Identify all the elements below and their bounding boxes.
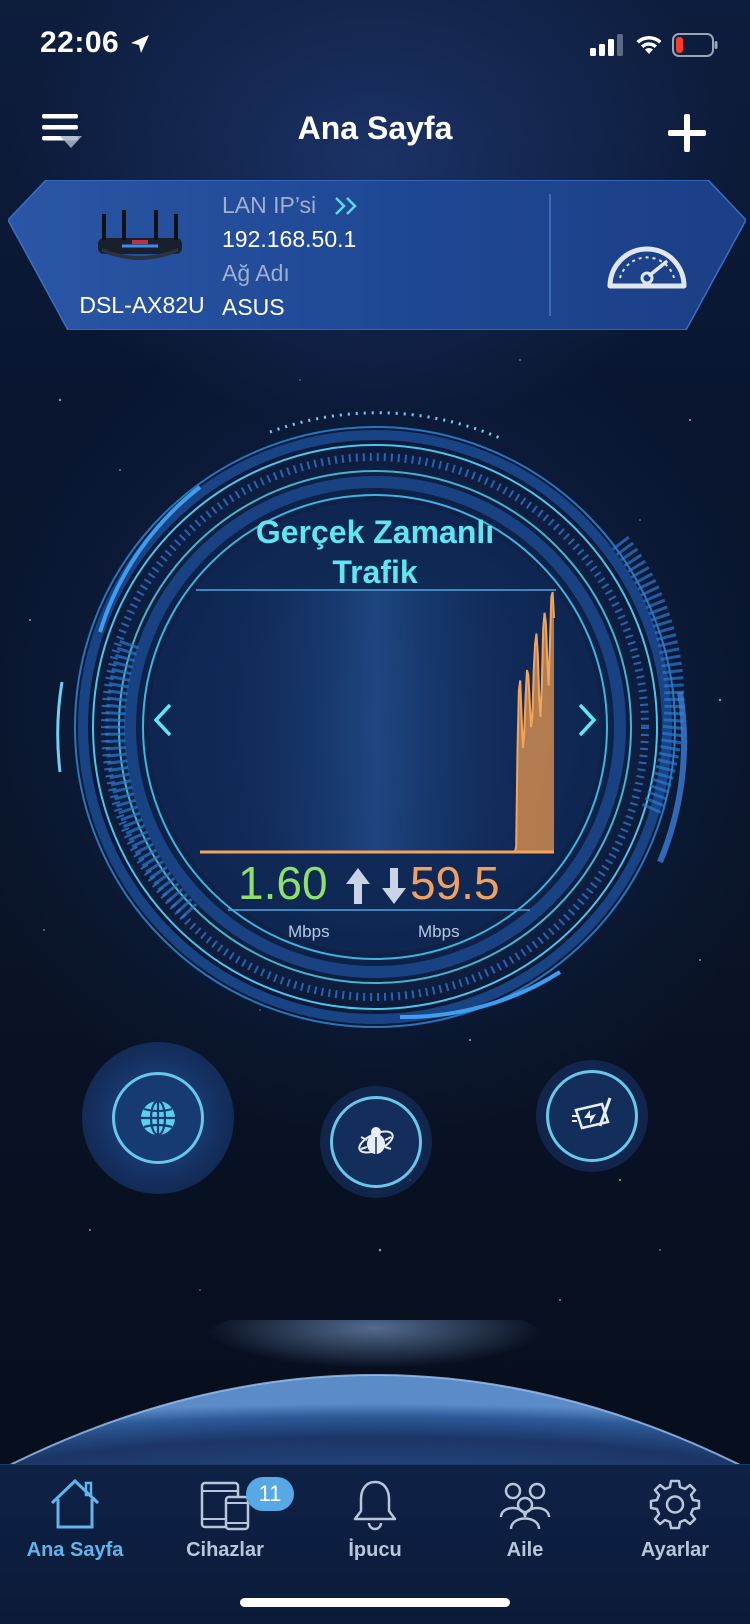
traffic-title-line-2: Trafik <box>332 554 418 590</box>
game-boost-button[interactable] <box>536 1060 648 1172</box>
family-icon <box>499 1482 551 1530</box>
chevron-right-icon[interactable] <box>576 702 598 738</box>
tab-tips[interactable]: İpucu <box>300 1465 450 1565</box>
aiprotection-button-circle <box>330 1096 422 1188</box>
tab-label-devices: Cihazlar <box>186 1539 264 1561</box>
game-boost-icon <box>572 1097 612 1130</box>
tab-family[interactable]: Aile <box>450 1465 600 1565</box>
upload-unit: Mbps <box>288 922 330 941</box>
shield-bug-icon <box>358 1127 394 1154</box>
globe-icon <box>141 1099 175 1137</box>
traffic-title-line-1: Gerçek Zamanlı <box>255 514 495 550</box>
home-icon <box>50 1478 100 1529</box>
bell-icon <box>353 1480 397 1531</box>
download-unit: Mbps <box>418 922 460 941</box>
upload-value: 1.60 <box>238 857 328 909</box>
download-arrow-icon <box>382 868 406 904</box>
gear-icon <box>649 1479 701 1530</box>
internet-button-circle <box>112 1072 204 1164</box>
tab-bar: Ana Sayfa Cihazlar 11 İpucu Aile Ayarlar <box>0 1464 750 1624</box>
tab-settings[interactable]: Ayarlar <box>600 1465 750 1565</box>
download-value: 59.5 <box>410 857 500 909</box>
traffic-title: Gerçek Zamanlı Trafik <box>195 512 555 592</box>
devices-count-badge: 11 <box>246 1477 294 1511</box>
tab-home[interactable]: Ana Sayfa <box>0 1465 150 1565</box>
upload-arrow-icon <box>346 868 370 904</box>
devices-icon <box>200 1481 250 1531</box>
internet-button[interactable] <box>82 1042 234 1194</box>
app-screen: 22:06 Ana Sayfa DSL-AX82U LAN IP’si 192.… <box>0 0 750 1624</box>
game-boost-button-circle <box>546 1070 638 1162</box>
tab-label-settings: Ayarlar <box>640 1539 710 1561</box>
tab-label-tips: İpucu <box>348 1539 402 1561</box>
aiprotection-button[interactable] <box>320 1086 432 1198</box>
planet-horizon-image <box>0 1320 750 1470</box>
chevron-left-icon[interactable] <box>152 702 174 738</box>
tab-label-family: Aile <box>506 1539 544 1561</box>
tab-label-home: Ana Sayfa <box>26 1539 124 1561</box>
home-indicator[interactable] <box>240 1598 510 1607</box>
